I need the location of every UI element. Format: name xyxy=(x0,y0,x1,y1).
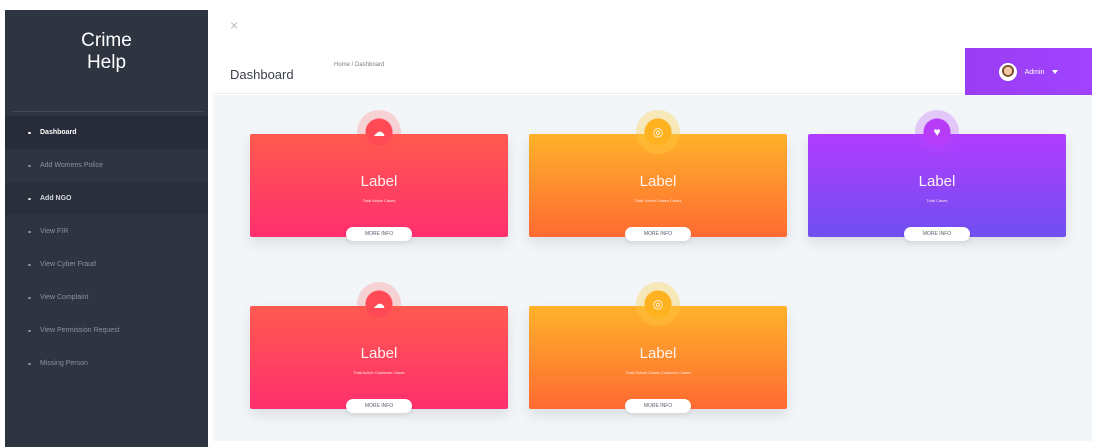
dashboard-card[interactable]: ☁ Label Total Active Customer Cases MORE… xyxy=(250,282,508,413)
sidebar-item-label: Add NGO xyxy=(40,195,72,202)
sidebar: Crime Help Dashboard Add Womens Police A… xyxy=(5,10,208,447)
more-info-button[interactable]: MORE INFO xyxy=(346,227,412,241)
dashboard-card[interactable]: ☁ Label Total Active Cases MORE INFO xyxy=(250,110,508,241)
target-icon: ◎ xyxy=(652,296,664,311)
dashboard-card[interactable]: ◎ Label Total Solved Cases Cases MORE IN… xyxy=(529,110,787,241)
sidebar-item-label: View Cyber Fraud xyxy=(40,261,96,268)
bullet-icon xyxy=(27,296,34,300)
sidebar-item-label: Add Womens Police xyxy=(40,162,103,169)
dashboard-content: ☁ Label Total Active Cases MORE INFO ◎ L… xyxy=(213,95,1092,441)
bullet-icon xyxy=(27,362,34,366)
card-caption: Total Solved Cases Customer Cases xyxy=(625,370,691,375)
card-icon-badge: ☁ xyxy=(357,282,401,326)
card-icon-badge: ◎ xyxy=(636,282,680,326)
sidebar-item-view-permission-request[interactable]: View Permission Request xyxy=(5,314,208,347)
card-caption: Total Active Customer Cases xyxy=(353,370,405,375)
avatar-icon xyxy=(998,63,1017,81)
cloud-icon: ☁ xyxy=(373,124,385,139)
card-label: Label xyxy=(639,173,677,190)
sidebar-item-missing-person[interactable]: Missing Person xyxy=(5,347,208,380)
sidebar-item-view-cyber-fraud[interactable]: View Cyber Fraud xyxy=(5,248,208,281)
bullet-icon xyxy=(27,329,34,333)
sidebar-item-add-ngo[interactable]: Add NGO xyxy=(5,182,208,215)
sidebar-item-view-complaint[interactable]: View Complaint xyxy=(5,281,208,314)
sidebar-item-add-womens-police[interactable]: Add Womens Police xyxy=(5,149,208,182)
sidebar-item-dashboard[interactable]: Dashboard xyxy=(5,116,208,149)
chevron-down-icon xyxy=(1052,70,1059,74)
bullet-icon xyxy=(27,197,34,201)
card-caption: Total Solved Cases Cases xyxy=(634,198,682,203)
sidebar-item-view-fir[interactable]: View FIR xyxy=(5,215,208,248)
sidebar-item-label: View Permission Request xyxy=(40,327,120,334)
card-icon-badge: ☁ xyxy=(357,110,401,154)
page-title: Dashboard xyxy=(230,67,294,82)
card-label: Label xyxy=(918,173,956,190)
user-name: Admin xyxy=(1024,68,1045,76)
card-label: Label xyxy=(360,173,398,190)
page-header: Dashboard Home / Dashboard Admin xyxy=(213,48,1097,96)
sidebar-nav: Dashboard Add Womens Police Add NGO View… xyxy=(5,116,208,380)
bullet-icon xyxy=(27,263,34,267)
close-icon[interactable]: × xyxy=(230,18,244,32)
card-caption: Total Cases xyxy=(926,198,948,203)
card-caption: Total Active Cases xyxy=(362,198,396,203)
bullet-icon xyxy=(27,164,34,168)
bullet-icon xyxy=(27,230,34,234)
more-info-button[interactable]: MORE INFO xyxy=(625,227,691,241)
breadcrumb[interactable]: Home / Dashboard xyxy=(334,62,384,68)
card-icon-badge: ◎ xyxy=(636,110,680,154)
brand-line-1: Crime xyxy=(81,30,132,51)
more-info-button[interactable]: MORE INFO xyxy=(625,399,691,413)
heart-icon: ♥ xyxy=(933,124,941,139)
sidebar-item-label: Missing Person xyxy=(40,360,88,367)
cloud-icon: ☁ xyxy=(373,296,385,311)
user-menu-button[interactable]: Admin xyxy=(965,48,1092,96)
dashboard-card[interactable]: ◎ Label Total Solved Cases Customer Case… xyxy=(529,282,787,413)
app-brand: Crime Help xyxy=(5,30,208,74)
brand-line-2: Help xyxy=(86,52,127,73)
main-area: × Dashboard Home / Dashboard Admin ☁ Lab… xyxy=(213,0,1097,447)
sidebar-divider xyxy=(13,111,203,112)
card-label: Label xyxy=(639,345,677,362)
sidebar-item-label: View Complaint xyxy=(40,294,89,301)
card-label: Label xyxy=(360,345,398,362)
dashboard-card[interactable]: ♥ Label Total Cases MORE INFO xyxy=(808,110,1066,241)
more-info-button[interactable]: MORE INFO xyxy=(346,399,412,413)
card-icon-badge: ♥ xyxy=(915,110,959,154)
sidebar-item-label: View FIR xyxy=(40,228,69,235)
sidebar-item-label: Dashboard xyxy=(40,129,77,136)
target-icon: ◎ xyxy=(652,124,664,139)
bullet-icon xyxy=(27,131,34,135)
more-info-button[interactable]: MORE INFO xyxy=(904,227,970,241)
